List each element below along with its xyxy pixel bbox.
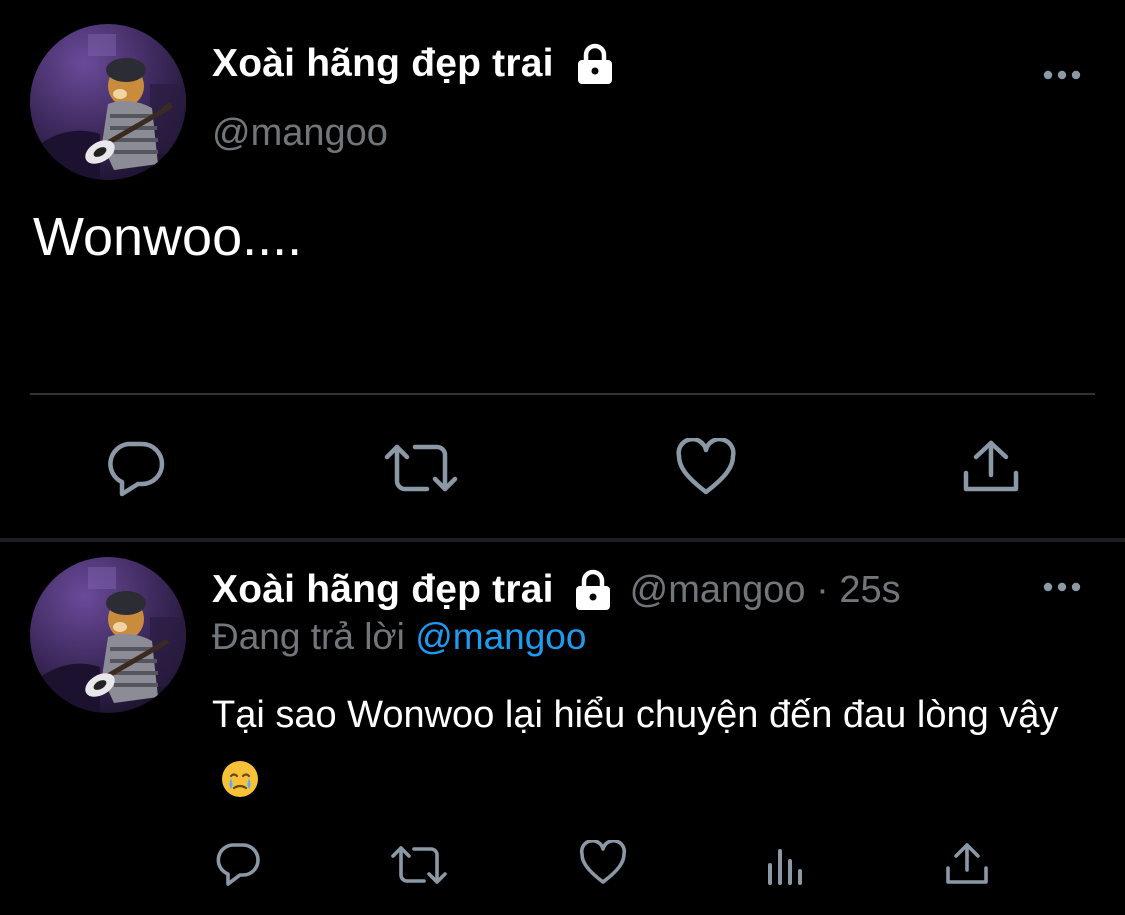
display-name[interactable]: Xoài hãng đẹp trai bbox=[212, 42, 554, 86]
like-icon[interactable] bbox=[579, 838, 627, 886]
mention-link[interactable]: @mangoo bbox=[415, 616, 586, 657]
author-handle[interactable]: @mangoo bbox=[212, 112, 388, 155]
divider bbox=[30, 393, 1095, 395]
section-separator bbox=[0, 538, 1125, 542]
avatar[interactable] bbox=[30, 557, 186, 713]
tweet-text: Wonwoo.... bbox=[33, 207, 303, 267]
reply-text-content: Tại sao Wonwoo lại hiểu chuyện đến đau l… bbox=[212, 694, 1059, 736]
retweet-icon[interactable] bbox=[390, 843, 448, 887]
tweet-text: Tại sao Wonwoo lại hiểu chuyện đến đau l… bbox=[212, 682, 1072, 814]
tweet-thread-page: Xoài hãng đẹp trai @mangoo Wonwoo.... Xo… bbox=[0, 0, 1125, 915]
stats-icon[interactable] bbox=[766, 845, 806, 885]
handle-and-time[interactable]: @mangoo · 25s bbox=[630, 569, 901, 612]
lock-icon bbox=[574, 43, 616, 85]
reply-icon[interactable] bbox=[104, 438, 166, 498]
reply-author-row: Xoài hãng đẹp trai @mangoo · 25s bbox=[212, 568, 901, 612]
like-icon[interactable] bbox=[675, 436, 737, 496]
author-row: Xoài hãng đẹp trai bbox=[212, 42, 616, 86]
main-tweet: Xoài hãng đẹp trai @mangoo Wonwoo.... bbox=[0, 0, 1125, 538]
avatar[interactable] bbox=[30, 24, 186, 180]
reply-icon[interactable] bbox=[214, 840, 262, 888]
lock-icon bbox=[572, 569, 614, 611]
more-icon[interactable] bbox=[1042, 68, 1082, 82]
replying-to: Đang trả lời @mangoo bbox=[212, 616, 586, 658]
more-icon[interactable] bbox=[1042, 580, 1082, 594]
face-holding-back-tears-emoji-icon bbox=[220, 754, 260, 797]
share-icon[interactable] bbox=[944, 840, 990, 888]
replying-to-label: Đang trả lời bbox=[212, 616, 405, 657]
retweet-icon[interactable] bbox=[383, 441, 459, 495]
display-name[interactable]: Xoài hãng đẹp trai bbox=[212, 568, 554, 612]
share-icon[interactable] bbox=[960, 437, 1022, 497]
